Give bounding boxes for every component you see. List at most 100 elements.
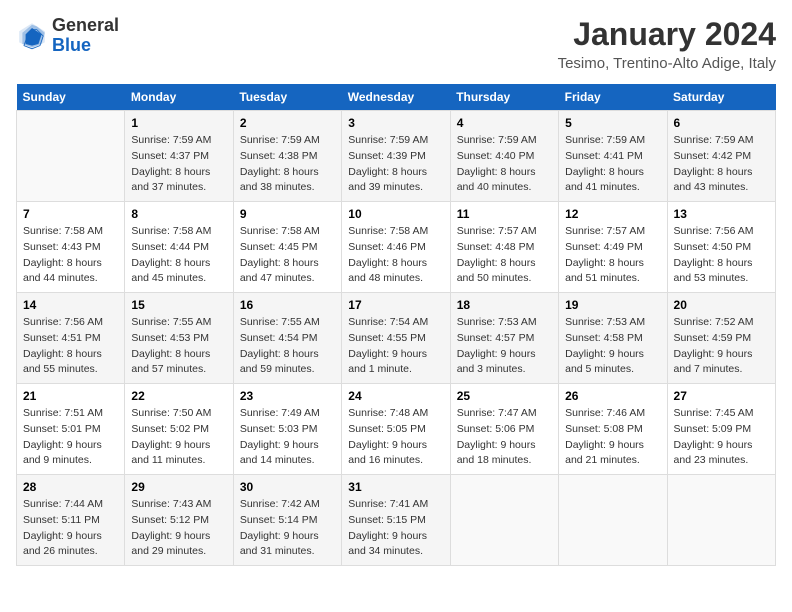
day-info: Sunrise: 7:53 AMSunset: 4:58 PMDaylight:… bbox=[565, 315, 660, 378]
col-header-wednesday: Wednesday bbox=[342, 84, 450, 111]
day-info: Sunrise: 7:59 AMSunset: 4:40 PMDaylight:… bbox=[457, 133, 552, 196]
day-number: 18 bbox=[457, 298, 552, 312]
day-info: Sunrise: 7:58 AMSunset: 4:44 PMDaylight:… bbox=[131, 224, 226, 287]
day-number: 29 bbox=[131, 480, 226, 494]
day-info: Sunrise: 7:53 AMSunset: 4:57 PMDaylight:… bbox=[457, 315, 552, 378]
day-info: Sunrise: 7:51 AMSunset: 5:01 PMDaylight:… bbox=[23, 406, 118, 469]
day-info: Sunrise: 7:49 AMSunset: 5:03 PMDaylight:… bbox=[240, 406, 335, 469]
week-row-2: 14Sunrise: 7:56 AMSunset: 4:51 PMDayligh… bbox=[17, 293, 776, 384]
day-cell: 5 Sunrise: 7:59 AMSunset: 4:41 PMDaylight… bbox=[559, 111, 667, 202]
day-info: Sunrise: 7:57 AMSunset: 4:48 PMDaylight:… bbox=[457, 224, 552, 287]
day-cell bbox=[667, 475, 775, 566]
day-info: Sunrise: 7:42 AMSunset: 5:14 PMDaylight:… bbox=[240, 497, 335, 560]
day-number: 16 bbox=[240, 298, 335, 312]
month-year: January 2024 bbox=[558, 16, 776, 53]
day-cell: 4 Sunrise: 7:59 AMSunset: 4:40 PMDaylight… bbox=[450, 111, 558, 202]
day-cell: 6 Sunrise: 7:59 AMSunset: 4:42 PMDaylight… bbox=[667, 111, 775, 202]
header: General Blue January 2024 Tesimo, Trenti… bbox=[16, 16, 776, 72]
day-number: 7 bbox=[23, 207, 118, 221]
day-number: 12 bbox=[565, 207, 660, 221]
day-cell bbox=[450, 475, 558, 566]
day-info: Sunrise: 7:59 AMSunset: 4:42 PMDaylight:… bbox=[674, 133, 769, 196]
day-info: Sunrise: 7:41 AMSunset: 5:15 PMDaylight:… bbox=[348, 497, 443, 560]
day-number: 3 bbox=[348, 116, 443, 130]
day-number: 28 bbox=[23, 480, 118, 494]
day-cell: 12 Sunrise: 7:57 AMSunset: 4:49 PMDayligh… bbox=[559, 202, 667, 293]
day-cell: 9 Sunrise: 7:58 AMSunset: 4:45 PMDaylight… bbox=[233, 202, 341, 293]
day-info: Sunrise: 7:59 AMSunset: 4:38 PMDaylight:… bbox=[240, 133, 335, 196]
day-number: 19 bbox=[565, 298, 660, 312]
day-info: Sunrise: 7:50 AMSunset: 5:02 PMDaylight:… bbox=[131, 406, 226, 469]
day-info: Sunrise: 7:45 AMSunset: 5:09 PMDaylight:… bbox=[674, 406, 769, 469]
day-cell: 23 Sunrise: 7:49 AMSunset: 5:03 PMDayligh… bbox=[233, 384, 341, 475]
day-number: 31 bbox=[348, 480, 443, 494]
logo-general: General bbox=[52, 15, 119, 35]
day-number: 20 bbox=[674, 298, 769, 312]
day-cell: 3 Sunrise: 7:59 AMSunset: 4:39 PMDaylight… bbox=[342, 111, 450, 202]
week-row-0: 1 Sunrise: 7:59 AMSunset: 4:37 PMDaylight… bbox=[17, 111, 776, 202]
day-number: 10 bbox=[348, 207, 443, 221]
day-info: Sunrise: 7:59 AMSunset: 4:39 PMDaylight:… bbox=[348, 133, 443, 196]
day-cell: 27 Sunrise: 7:45 AMSunset: 5:09 PMDayligh… bbox=[667, 384, 775, 475]
week-row-3: 21 Sunrise: 7:51 AMSunset: 5:01 PMDayligh… bbox=[17, 384, 776, 475]
location: Tesimo, Trentino-Alto Adige, Italy bbox=[558, 55, 776, 72]
day-number: 9 bbox=[240, 207, 335, 221]
day-cell: 18 Sunrise: 7:53 AMSunset: 4:57 PMDayligh… bbox=[450, 293, 558, 384]
day-number: 11 bbox=[457, 207, 552, 221]
day-cell: 19 Sunrise: 7:53 AMSunset: 4:58 PMDayligh… bbox=[559, 293, 667, 384]
day-number: 27 bbox=[674, 389, 769, 403]
day-info: Sunrise: 7:58 AMSunset: 4:45 PMDaylight:… bbox=[240, 224, 335, 287]
day-number: 26 bbox=[565, 389, 660, 403]
day-info: Sunrise: 7:56 AMSunset: 4:50 PMDaylight:… bbox=[674, 224, 769, 287]
day-info: Sunrise: 7:58 AMSunset: 4:43 PMDaylight:… bbox=[23, 224, 118, 287]
day-info: Sunrise: 7:58 AMSunset: 4:46 PMDaylight:… bbox=[348, 224, 443, 287]
day-info: Sunrise: 7:56 AMSunset: 4:51 PMDaylight:… bbox=[23, 315, 118, 378]
day-cell: 29Sunrise: 7:43 AMSunset: 5:12 PMDayligh… bbox=[125, 475, 233, 566]
day-number: 22 bbox=[131, 389, 226, 403]
day-number: 21 bbox=[23, 389, 118, 403]
day-cell: 11 Sunrise: 7:57 AMSunset: 4:48 PMDayligh… bbox=[450, 202, 558, 293]
day-number: 25 bbox=[457, 389, 552, 403]
day-cell: 13 Sunrise: 7:56 AMSunset: 4:50 PMDayligh… bbox=[667, 202, 775, 293]
week-row-1: 7 Sunrise: 7:58 AMSunset: 4:43 PMDaylight… bbox=[17, 202, 776, 293]
day-number: 8 bbox=[131, 207, 226, 221]
day-info: Sunrise: 7:46 AMSunset: 5:08 PMDaylight:… bbox=[565, 406, 660, 469]
calendar-table: SundayMondayTuesdayWednesdayThursdayFrid… bbox=[16, 84, 776, 566]
day-cell: 15Sunrise: 7:55 AMSunset: 4:53 PMDayligh… bbox=[125, 293, 233, 384]
day-info: Sunrise: 7:55 AMSunset: 4:53 PMDaylight:… bbox=[131, 315, 226, 378]
day-info: Sunrise: 7:52 AMSunset: 4:59 PMDaylight:… bbox=[674, 315, 769, 378]
col-header-sunday: Sunday bbox=[17, 84, 125, 111]
day-cell: 30Sunrise: 7:42 AMSunset: 5:14 PMDayligh… bbox=[233, 475, 341, 566]
day-cell: 2Sunrise: 7:59 AMSunset: 4:38 PMDaylight… bbox=[233, 111, 341, 202]
day-number: 17 bbox=[348, 298, 443, 312]
day-cell: 16 Sunrise: 7:55 AMSunset: 4:54 PMDayligh… bbox=[233, 293, 341, 384]
day-number: 1 bbox=[131, 116, 226, 130]
day-cell: 21 Sunrise: 7:51 AMSunset: 5:01 PMDayligh… bbox=[17, 384, 125, 475]
day-info: Sunrise: 7:59 AMSunset: 4:41 PMDaylight:… bbox=[565, 133, 660, 196]
col-header-monday: Monday bbox=[125, 84, 233, 111]
logo-text: General Blue bbox=[52, 16, 119, 56]
day-number: 5 bbox=[565, 116, 660, 130]
day-number: 4 bbox=[457, 116, 552, 130]
day-number: 24 bbox=[348, 389, 443, 403]
header-row: SundayMondayTuesdayWednesdayThursdayFrid… bbox=[17, 84, 776, 111]
day-info: Sunrise: 7:47 AMSunset: 5:06 PMDaylight:… bbox=[457, 406, 552, 469]
day-number: 6 bbox=[674, 116, 769, 130]
logo: General Blue bbox=[16, 16, 119, 56]
day-info: Sunrise: 7:57 AMSunset: 4:49 PMDaylight:… bbox=[565, 224, 660, 287]
day-info: Sunrise: 7:55 AMSunset: 4:54 PMDaylight:… bbox=[240, 315, 335, 378]
title-section: January 2024 Tesimo, Trentino-Alto Adige… bbox=[558, 16, 776, 72]
logo-blue: Blue bbox=[52, 35, 91, 55]
day-info: Sunrise: 7:54 AMSunset: 4:55 PMDaylight:… bbox=[348, 315, 443, 378]
day-cell: 31 Sunrise: 7:41 AMSunset: 5:15 PMDayligh… bbox=[342, 475, 450, 566]
day-info: Sunrise: 7:48 AMSunset: 5:05 PMDaylight:… bbox=[348, 406, 443, 469]
col-header-friday: Friday bbox=[559, 84, 667, 111]
day-cell bbox=[559, 475, 667, 566]
day-info: Sunrise: 7:59 AMSunset: 4:37 PMDaylight:… bbox=[131, 133, 226, 196]
day-number: 23 bbox=[240, 389, 335, 403]
day-number: 13 bbox=[674, 207, 769, 221]
logo-icon bbox=[16, 20, 48, 52]
day-cell: 1 Sunrise: 7:59 AMSunset: 4:37 PMDaylight… bbox=[125, 111, 233, 202]
day-cell: 7 Sunrise: 7:58 AMSunset: 4:43 PMDaylight… bbox=[17, 202, 125, 293]
col-header-thursday: Thursday bbox=[450, 84, 558, 111]
